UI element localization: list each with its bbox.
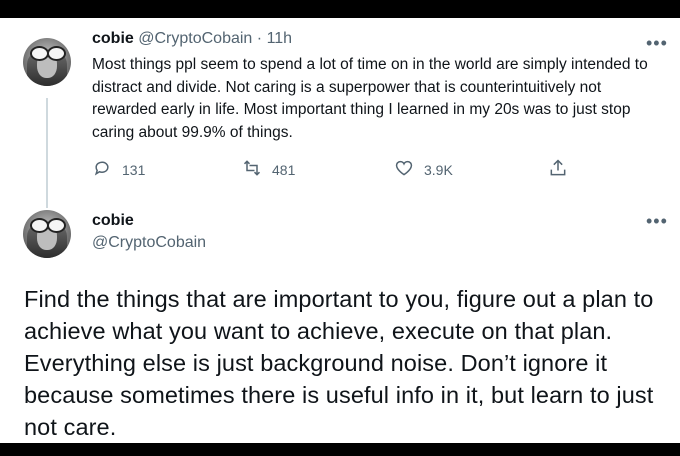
author-name[interactable]: cobie xyxy=(92,30,134,47)
thread-connector xyxy=(46,98,48,208)
tweet-thread-screenshot: cobie @CryptoCobain · 11h ••• Most thing… xyxy=(0,18,680,443)
retweet-count: 481 xyxy=(272,161,296,178)
like-icon xyxy=(394,158,414,181)
more-icon[interactable]: ••• xyxy=(646,212,668,230)
retweet-button[interactable]: 481 xyxy=(242,158,295,181)
tweet-text: Find the things that are important to yo… xyxy=(24,286,654,440)
header-separator: · xyxy=(256,30,263,47)
avatar[interactable] xyxy=(23,38,71,86)
like-count: 3.9K xyxy=(424,161,453,178)
author-name[interactable]: cobie xyxy=(92,212,134,230)
share-icon xyxy=(548,158,568,181)
avatar[interactable] xyxy=(23,210,71,258)
reply-button[interactable]: 131 xyxy=(92,158,145,181)
tweet-header: cobie @CryptoCobain · 11h xyxy=(92,30,292,48)
retweet-icon xyxy=(242,158,262,181)
more-icon[interactable]: ••• xyxy=(646,34,668,52)
reply-count: 131 xyxy=(122,161,146,178)
reply-icon xyxy=(92,158,112,181)
tweet-actions: 131 481 3.9K xyxy=(92,158,592,182)
like-button[interactable]: 3.9K xyxy=(394,158,453,181)
author-handle[interactable]: @CryptoCobain xyxy=(138,30,252,47)
tweet-timestamp[interactable]: 11h xyxy=(267,30,293,47)
author-handle[interactable]: @CryptoCobain xyxy=(92,234,206,252)
tweet-text: Most things ppl seem to spend a lot of t… xyxy=(92,56,648,141)
share-button[interactable] xyxy=(548,158,568,181)
